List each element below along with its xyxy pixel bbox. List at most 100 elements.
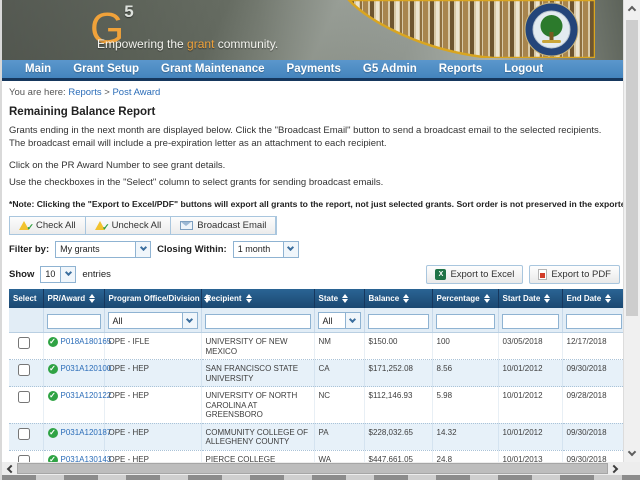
filter-by-select[interactable]: My grants — [55, 241, 151, 258]
chevron-left-icon — [7, 464, 15, 472]
column-header-pr-award[interactable]: PR/Award — [43, 289, 104, 308]
export-to-pdf-button[interactable]: Export to PDF — [529, 265, 620, 284]
column-header-percentage[interactable]: Percentage — [432, 289, 498, 308]
state-cell: CA — [314, 360, 364, 387]
filter-by-label: Filter by: — [9, 244, 49, 255]
scroll-up-button[interactable] — [624, 1, 640, 16]
nav-logout[interactable]: Logout — [493, 63, 554, 75]
program-office-cell: OPE - IFLE — [104, 333, 201, 360]
select-cell — [9, 423, 43, 450]
tip-pr-award: Click on the PR Award Number to see gran… — [9, 160, 623, 171]
state-cell: PA — [314, 423, 364, 450]
sort-icon[interactable] — [246, 294, 252, 303]
column-header-start-date[interactable]: Start Date — [498, 289, 562, 308]
pr-award-link[interactable]: P018A180165 — [61, 337, 112, 347]
percentage-cell: 24.8 — [432, 450, 498, 462]
scrollbar-corner — [623, 462, 640, 475]
horizontal-scrollbar-thumb[interactable] — [17, 463, 608, 474]
broadcast-email-button[interactable]: Broadcast Email — [171, 217, 276, 234]
pr-award-cell: ✓ P018A180165 — [43, 333, 104, 360]
column-header-balance[interactable]: Balance — [364, 289, 432, 308]
breadcrumb-link-reports[interactable]: Reports — [68, 87, 101, 98]
show-entries-select[interactable]: 10 — [40, 266, 76, 283]
table-row: ✓ P031A120122 OPE - HEP UNIVERSITY OF NO… — [9, 387, 623, 424]
row-checkbox[interactable] — [18, 391, 30, 403]
envelope-icon — [180, 221, 193, 230]
tagline: Empowering the grant community. — [97, 37, 278, 51]
column-header-end-date[interactable]: End Date — [562, 289, 623, 308]
chevron-down-icon — [182, 313, 197, 328]
closing-within-label: Closing Within: — [157, 244, 227, 255]
pr-award-filter-input[interactable] — [47, 314, 101, 329]
scroll-right-button[interactable] — [608, 466, 623, 472]
breadcrumb-link-post-award[interactable]: Post Award — [112, 87, 160, 98]
recipient-cell: COMMUNITY COLLEGE OF ALLEGHENY COUNTY — [201, 423, 314, 450]
balance-filter-input[interactable] — [368, 314, 429, 329]
sort-icon[interactable] — [544, 294, 550, 303]
nav-payments[interactable]: Payments — [276, 63, 352, 75]
end-date-cell: 12/17/2018 — [562, 333, 623, 360]
chevron-down-icon — [283, 242, 298, 257]
row-checkbox[interactable] — [18, 337, 30, 349]
nav-main[interactable]: Main — [14, 63, 62, 75]
excel-icon: X — [435, 269, 446, 280]
scroll-left-button[interactable] — [2, 466, 17, 472]
percentage-cell: 14.32 — [432, 423, 498, 450]
chevron-up-icon — [628, 6, 636, 14]
state-filter-select[interactable]: All — [318, 312, 361, 329]
sort-icon[interactable] — [89, 294, 95, 303]
pr-award-link[interactable]: P031A120100 — [61, 364, 112, 374]
row-checkbox[interactable] — [18, 455, 30, 462]
row-checkbox[interactable] — [18, 428, 30, 440]
state-cell: WA — [314, 450, 364, 462]
sort-icon[interactable] — [484, 294, 490, 303]
breadcrumb-prefix: You are here: — [9, 87, 66, 98]
nav-grant-maintenance[interactable]: Grant Maintenance — [150, 63, 276, 75]
nav-g5-admin[interactable]: G5 Admin — [352, 63, 428, 75]
export-to-excel-button[interactable]: X Export to Excel — [426, 265, 523, 284]
start-date-cell: 03/05/2018 — [498, 333, 562, 360]
nav-grant-setup[interactable]: Grant Setup — [62, 63, 150, 75]
end-date-filter-input[interactable] — [566, 314, 622, 329]
sort-icon[interactable] — [605, 294, 611, 303]
state-cell: NM — [314, 333, 364, 360]
chevron-down-icon — [628, 448, 636, 456]
percentage-filter-input[interactable] — [436, 314, 495, 329]
column-header-recipient[interactable]: Recipient — [201, 289, 314, 308]
vertical-scrollbar[interactable] — [623, 0, 640, 462]
pr-award-link[interactable]: P031A120187 — [61, 428, 112, 438]
program-office-cell: OPE - HEP — [104, 450, 201, 462]
export-note: *Note: Clicking the "Export to Excel/PDF… — [9, 199, 623, 209]
closing-within-select[interactable]: 1 month — [233, 241, 299, 258]
balance-cell: $150.00 — [364, 333, 432, 360]
check-all-button[interactable]: Check All — [10, 217, 86, 234]
end-date-cell: 09/30/2018 — [562, 423, 623, 450]
show-label: Show — [9, 269, 34, 280]
recipient-cell: UNIVERSITY OF NEW MEXICO — [201, 333, 314, 360]
program-office-filter-select[interactable]: All — [108, 312, 198, 329]
g5-logo-5: 5 — [124, 2, 133, 21]
remaining-balance-table: Select PR/Award Program Office/Division … — [9, 289, 623, 462]
column-header-program-office[interactable]: Program Office/Division — [104, 289, 201, 308]
percentage-cell: 8.56 — [432, 360, 498, 387]
table-filter-row: All All — [9, 308, 623, 333]
scroll-down-button[interactable] — [624, 446, 640, 461]
chevron-down-icon — [60, 267, 75, 282]
horizontal-scrollbar[interactable] — [2, 462, 623, 475]
pr-award-cell: ✓ P031A130143 — [43, 450, 104, 462]
sort-icon[interactable] — [403, 294, 409, 303]
nav-reports[interactable]: Reports — [428, 63, 493, 75]
pr-award-cell: ✓ P031A120187 — [43, 423, 104, 450]
pr-award-link[interactable]: P031A120122 — [61, 391, 112, 401]
vertical-scrollbar-thumb[interactable] — [626, 20, 638, 316]
pr-award-link[interactable]: P031A130143 — [61, 455, 112, 462]
g5-application-window: G5 Empowering the grant community. Main … — [0, 0, 640, 480]
start-date-filter-input[interactable] — [502, 314, 559, 329]
recipient-filter-input[interactable] — [205, 314, 311, 329]
column-header-state[interactable]: State — [314, 289, 364, 308]
green-check-circle-icon: ✓ — [48, 391, 58, 401]
uncheck-all-icon — [95, 220, 108, 231]
row-checkbox[interactable] — [18, 364, 30, 376]
sort-icon[interactable] — [342, 294, 348, 303]
uncheck-all-button[interactable]: Uncheck All — [86, 217, 172, 234]
